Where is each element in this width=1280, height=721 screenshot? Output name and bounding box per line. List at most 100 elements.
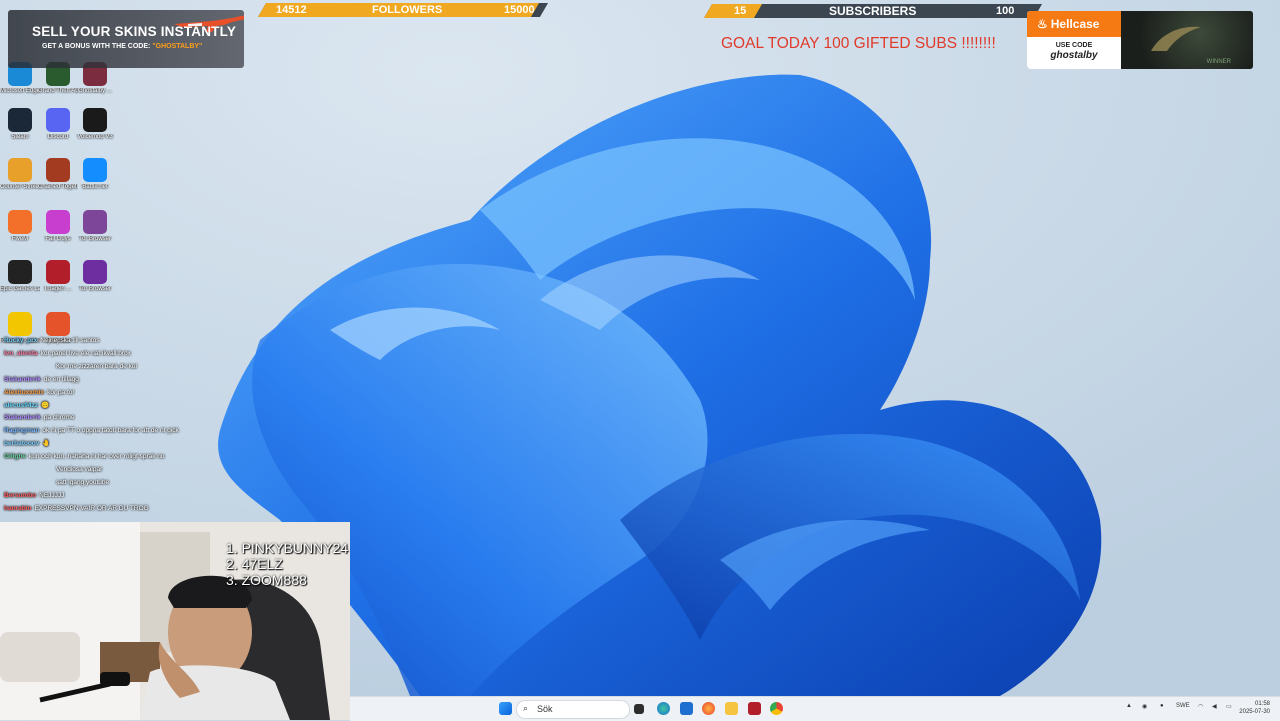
chat-username[interactable]: Stakanderik	[4, 414, 41, 421]
chat-message: Stakanderik de en tillagg	[4, 374, 224, 387]
chat-message: satt igang youtube	[4, 477, 224, 490]
skins-banner-title: SELL YOUR SKINS INSTANTLY	[32, 24, 237, 39]
chat-username[interactable]: alecus94zz	[4, 402, 38, 409]
chat-message: Gilighe kuri och kuri, hahaha ni har over…	[4, 451, 224, 464]
chrome-taskbar-icon[interactable]	[770, 702, 783, 715]
tor-icon	[83, 210, 107, 234]
desktop-shortcut[interactable]: Imagen ...	[38, 260, 78, 293]
desktop-shortcut[interactable]: Chained Together	[38, 158, 78, 191]
search-icon: ⌕	[523, 703, 529, 713]
volume-icon[interactable]: ◀	[1212, 703, 1217, 710]
chat-text: ok ni pa TT o oppna tatoti bara for att …	[42, 427, 179, 435]
hellcase-sponsor-banner: ♨ Hellcase USE CODE ghostalby WINNER	[1027, 11, 1253, 69]
chat-username[interactable]: Stakanderik	[4, 376, 41, 383]
subscribers-progress-bar: 15 SUBSCRIBERS 100	[703, 4, 1043, 18]
chat-username[interactable]: Ragingman	[4, 427, 39, 434]
chat-username[interactable]: Gilighe	[4, 453, 26, 460]
chat-text: de en tillagg	[43, 375, 79, 383]
desktop-shortcut-label: Voicemod V3	[77, 134, 113, 140]
followers-goal: 15000	[504, 4, 535, 16]
hellcase-logo: ♨ Hellcase	[1027, 11, 1121, 37]
desktop-shortcut-label: Epic Games Launcher	[0, 286, 40, 292]
chat-message: berbatooov 🤚	[4, 438, 224, 451]
desktop-shortcut-label: Discord	[47, 134, 69, 140]
desktop-shortcut[interactable]: Discord	[38, 108, 78, 141]
chat-username[interactable]: Rocky_prx	[4, 337, 37, 344]
office-icon	[46, 312, 70, 336]
taskbar-clock[interactable]: 01:58 2025-07-30	[1239, 700, 1270, 716]
chat-message: Ragingman ok ni pa TT o oppna tatoti bara…	[4, 425, 224, 438]
epic-icon	[8, 260, 32, 284]
imagen-icon	[46, 260, 70, 284]
battery-icon[interactable]: ▭	[1226, 703, 1232, 710]
chat-text: pa chrome	[43, 414, 75, 422]
desktop-shortcut-label: Steam	[11, 134, 29, 140]
voicemod-icon	[83, 108, 107, 132]
hellcase-winner-text: WINNER	[1206, 59, 1231, 65]
chat-username[interactable]: Ivo_alenita	[4, 350, 38, 357]
desktop-shortcut[interactable]: Tor Browser	[75, 260, 115, 293]
task-view-icon[interactable]	[634, 704, 644, 714]
network-tray-icon[interactable]: ◉	[1142, 703, 1147, 710]
search-placeholder: Sök	[537, 704, 553, 714]
desktop-shortcut[interactable]: Voicemod V3	[75, 108, 115, 141]
chat-text: kor panel live ele nat ikvall brox	[40, 349, 131, 357]
desktop-shortcut-label: Ghostalby ...	[78, 88, 112, 94]
desktop-shortcut[interactable]: Fall Guys	[38, 210, 78, 243]
desktop-shortcut[interactable]: Battle.net	[75, 158, 115, 191]
chat-username[interactable]: hanrabin	[4, 505, 31, 512]
chat-text: kor pa tor	[47, 388, 75, 396]
chat-text: 🤚	[42, 440, 51, 448]
chat-text: Kor me zizzaren bara de kul	[56, 362, 137, 370]
desktop-shortcut-label: Microsoft Edge	[0, 88, 40, 94]
chat-message: Ivo_alenita kor panel live ele nat ikvall…	[4, 348, 224, 361]
chat-message: Stakanderik pa chrome	[4, 412, 224, 425]
skins-banner-subtitle: GET A BONUS WITH THE CODE: "GHOSTALBY"	[42, 43, 203, 50]
chained-icon	[46, 158, 70, 182]
chat-text: kuri och kuri, hahaha ni har over roligt…	[29, 453, 165, 461]
chat-username[interactable]: berbatooov	[4, 440, 39, 447]
chat-message: alecus94zz 🙃	[4, 400, 224, 413]
chat-text: satt igang youtube	[56, 478, 110, 486]
firefox-taskbar-icon[interactable]	[702, 702, 715, 715]
chat-text: Nejnej ska till santos	[40, 337, 100, 344]
microphone-tray-icon[interactable]: ●	[1160, 703, 1164, 709]
desktop-shortcut[interactable]: Steam	[0, 108, 40, 141]
start-menu-icon[interactable]	[499, 702, 512, 715]
clock-time: 01:58	[1254, 701, 1270, 707]
stream-chat: Rocky_prx Nejnej ska till santos Ivo_aleni…	[4, 335, 224, 516]
subscribers-label: SUBSCRIBERS	[829, 4, 917, 18]
chat-username[interactable]: Alexhuxxmix	[4, 389, 44, 396]
chat-message: Rocky_prx Nejnej ska till santos	[4, 335, 224, 348]
store-taskbar-icon[interactable]	[680, 702, 693, 715]
gifted-subs-goal-text: GOAL TODAY 100 GIFTED SUBS !!!!!!!!	[721, 35, 996, 52]
chat-message: hanrabin EXPRESSVPN VAIR OR AR DU TROG	[4, 503, 224, 516]
followers-label: FOLLOWERS	[372, 4, 443, 16]
explorer-taskbar-icon[interactable]	[725, 702, 738, 715]
chevron-up-icon[interactable]: ▲	[1126, 703, 1132, 709]
wifi-icon[interactable]: ◠	[1198, 703, 1203, 710]
desktop-shortcut-label: Fall Guys	[45, 236, 71, 242]
subscribers-goal: 100	[996, 5, 1015, 17]
followers-progress-bar: 14512 FOLLOWERS 15000	[257, 3, 549, 17]
desktop-shortcut[interactable]: Counter-Strike 2	[0, 158, 40, 191]
chat-message: Bersumbo NEJJJJJ	[4, 490, 224, 503]
chat-text: Vendiosa valpar	[56, 466, 103, 474]
desktop-shortcut-label: Grand Theft Auto V	[38, 88, 78, 94]
edge-taskbar-icon[interactable]	[657, 702, 670, 715]
desktop-shortcut[interactable]: Epic Games Launcher	[0, 260, 40, 293]
chat-text: NEJJJJJ	[39, 491, 65, 499]
cs2-icon	[8, 158, 32, 182]
fallguys-icon	[46, 210, 70, 234]
desktop-shortcut[interactable]: Tor Browser	[75, 210, 115, 243]
chat-message: Kor me zizzaren bara de kul	[4, 361, 224, 374]
leaderboard-entry: 3. ZOOM888	[226, 572, 307, 588]
rockstar-icon	[8, 312, 32, 336]
desktop-shortcut[interactable]: FiveM	[0, 210, 40, 243]
desktop-shortcut-label: Chained Together	[38, 184, 78, 190]
taskbar-search[interactable]: ⌕ Sök	[516, 700, 630, 719]
game-taskbar-icon[interactable]	[748, 702, 761, 715]
chat-username[interactable]: Bersumbo	[4, 492, 36, 499]
skins-banner-code: "GHOSTALBY"	[152, 43, 203, 50]
language-indicator[interactable]: SWE	[1176, 703, 1190, 709]
